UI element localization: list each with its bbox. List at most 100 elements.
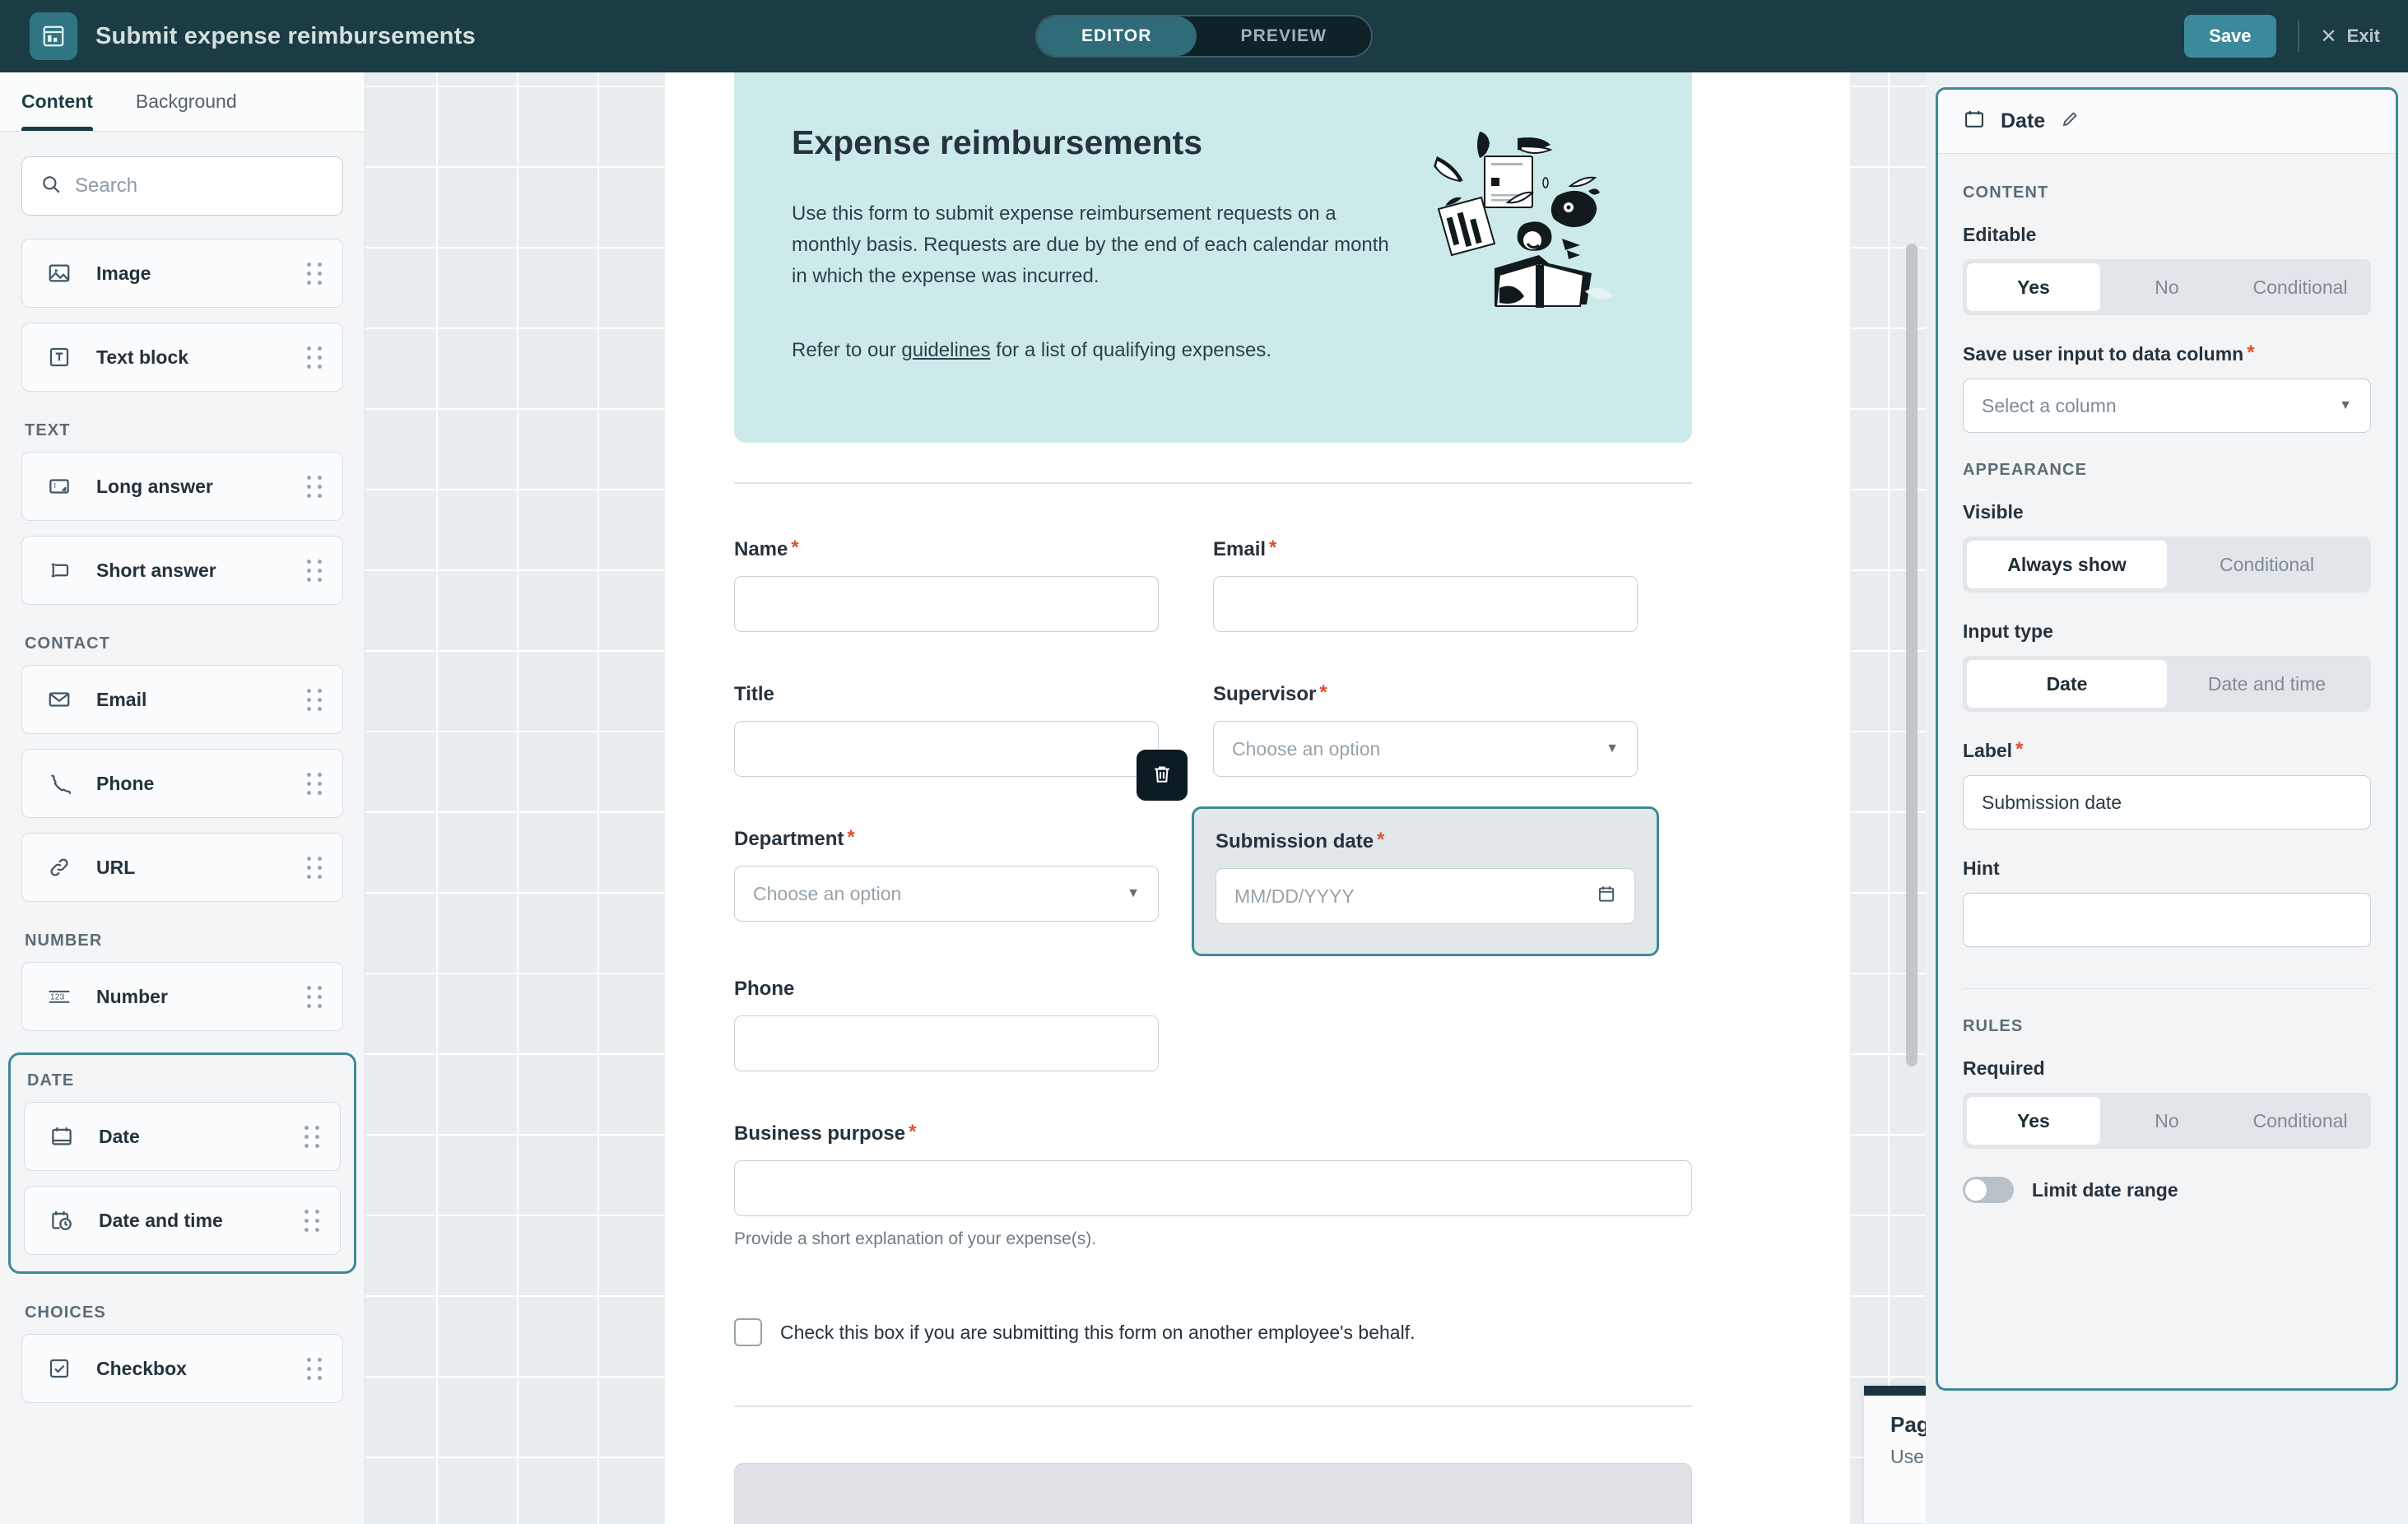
hero-banner[interactable]: Expense reimbursements Use this form to … bbox=[734, 72, 1692, 443]
sidebar-item-number[interactable]: 123 Number bbox=[21, 962, 343, 1031]
field-submission-date[interactable]: Submission date * bbox=[1137, 750, 1659, 956]
behalf-checkbox-box[interactable] bbox=[734, 1318, 762, 1346]
field-business-purpose[interactable]: Business purpose * Provide a short expla… bbox=[734, 1122, 1692, 1249]
canvas-scrollbar-thumb[interactable] bbox=[1906, 244, 1918, 1066]
submit-section-placeholder[interactable] bbox=[734, 1463, 1692, 1524]
required-asterisk: * bbox=[1377, 829, 1385, 851]
input-type-option-date-and-time[interactable]: Date and time bbox=[2167, 660, 2367, 708]
label-text: Name bbox=[734, 538, 788, 560]
exit-button[interactable]: ✕ Exit bbox=[2321, 25, 2380, 49]
sidebar-item-url[interactable]: URL bbox=[21, 833, 343, 902]
date-input-wrap bbox=[1216, 868, 1635, 924]
drag-handle-icon[interactable] bbox=[307, 772, 323, 795]
save-button[interactable]: Save bbox=[2184, 15, 2276, 58]
supervisor-placeholder: Choose an option bbox=[1232, 737, 1381, 760]
search-input[interactable] bbox=[75, 174, 330, 197]
canvas-scrollbar[interactable] bbox=[1906, 72, 1918, 1524]
field-behalf-checkbox[interactable]: Check this box if you are submitting thi… bbox=[734, 1318, 1692, 1346]
tab-editor[interactable]: EDITOR bbox=[1036, 16, 1197, 56]
drag-handle-icon[interactable] bbox=[307, 985, 323, 1008]
label-text: Input type bbox=[1963, 620, 2053, 642]
editable-option-yes[interactable]: Yes bbox=[1967, 263, 2100, 311]
checkbox-icon bbox=[44, 1356, 75, 1381]
sidebar-group-label: NUMBER bbox=[25, 932, 103, 950]
drag-handle-icon[interactable] bbox=[307, 688, 323, 711]
editable-option-no[interactable]: No bbox=[2100, 263, 2234, 311]
chevron-down-icon: ▼ bbox=[1606, 741, 1619, 755]
supervisor-select[interactable]: Choose an option ▼ bbox=[1213, 721, 1638, 777]
sidebar-item-label: Image bbox=[96, 262, 151, 284]
input-type-toggle-group: Date Date and time bbox=[1963, 656, 2371, 712]
label-text: Visible bbox=[1963, 501, 2024, 523]
tab-background[interactable]: Background bbox=[113, 72, 257, 131]
sidebar-item-label: Date bbox=[99, 1125, 140, 1147]
guidelines-link[interactable]: guidelines bbox=[901, 339, 990, 361]
exit-label: Exit bbox=[2346, 26, 2380, 46]
required-asterisk: * bbox=[1269, 537, 1277, 559]
divider bbox=[734, 1406, 1692, 1407]
label-text: Business purpose bbox=[734, 1122, 906, 1145]
drag-handle-icon[interactable] bbox=[307, 346, 323, 369]
sidebar-item-email[interactable]: Email bbox=[21, 665, 343, 734]
drag-handle-icon[interactable] bbox=[307, 856, 323, 879]
limit-date-range-toggle[interactable] bbox=[1963, 1177, 2014, 1203]
search-box[interactable] bbox=[21, 156, 343, 216]
label-text: Save user input to data column bbox=[1963, 343, 2244, 365]
field-title[interactable]: Title bbox=[734, 683, 1159, 777]
data-column-select[interactable]: Select a column ▼ bbox=[1963, 379, 2371, 433]
label-text: Editable bbox=[1963, 224, 2037, 245]
properties-card: Date CONTENT Editable Yes No Conditional… bbox=[1936, 87, 2398, 1391]
department-select[interactable]: Choose an option ▼ bbox=[734, 866, 1159, 922]
title-input[interactable] bbox=[734, 721, 1159, 777]
name-input[interactable] bbox=[734, 576, 1159, 632]
page-title: Submit expense reimbursements bbox=[95, 22, 476, 49]
required-option-no[interactable]: No bbox=[2100, 1097, 2234, 1145]
tab-preview[interactable]: PREVIEW bbox=[1197, 16, 1372, 56]
sidebar-item-date-and-time[interactable]: Date and time bbox=[24, 1186, 341, 1255]
sidebar-group-contact: CONTACT Email Phone URL bbox=[21, 634, 343, 902]
required-option-conditional[interactable]: Conditional bbox=[2234, 1097, 2367, 1145]
drag-handle-icon[interactable] bbox=[307, 1357, 323, 1380]
delete-component-button[interactable] bbox=[1137, 750, 1188, 801]
tab-content[interactable]: Content bbox=[21, 72, 113, 131]
field-email[interactable]: Email * bbox=[1213, 538, 1638, 632]
sidebar-item-text-block[interactable]: Text block bbox=[21, 323, 343, 392]
email-input[interactable] bbox=[1213, 576, 1638, 632]
properties-header: Date bbox=[1938, 90, 2396, 154]
sidebar-item-image[interactable]: Image bbox=[21, 239, 343, 308]
field-name[interactable]: Name * bbox=[734, 538, 1159, 632]
submission-date-input[interactable] bbox=[1216, 868, 1635, 924]
field-phone[interactable]: Phone bbox=[734, 978, 1159, 1071]
sidebar-item-label: Short answer bbox=[96, 559, 216, 581]
visible-option-conditional[interactable]: Conditional bbox=[2167, 541, 2367, 588]
editable-option-conditional[interactable]: Conditional bbox=[2234, 263, 2367, 311]
field-department[interactable]: Department * Choose an option ▼ bbox=[734, 828, 1159, 927]
visible-option-always-show[interactable]: Always show bbox=[1967, 541, 2167, 588]
drag-handle-icon[interactable] bbox=[307, 559, 323, 582]
business-purpose-input[interactable] bbox=[734, 1160, 1692, 1216]
input-type-option-date[interactable]: Date bbox=[1967, 660, 2167, 708]
label-field-input[interactable] bbox=[1963, 775, 2371, 829]
page-data-panel[interactable]: Page data Use data from components bbox=[1863, 1386, 1926, 1524]
calendar-icon[interactable] bbox=[1596, 884, 1617, 909]
label-text: Hint bbox=[1963, 857, 2000, 879]
sidebar-item-phone[interactable]: Phone bbox=[21, 749, 343, 818]
sidebar-item-long-answer[interactable]: I Long answer bbox=[21, 452, 343, 521]
hint-field-input[interactable] bbox=[1963, 893, 2371, 947]
left-sidebar: Content Background Search Image Text blo… bbox=[0, 72, 383, 1524]
drag-handle-icon[interactable] bbox=[307, 262, 323, 285]
sidebar-item-short-answer[interactable]: Short answer bbox=[21, 536, 343, 605]
calendar-icon bbox=[1963, 108, 1986, 135]
required-asterisk: * bbox=[2015, 738, 2024, 760]
drag-handle-icon[interactable] bbox=[304, 1209, 320, 1232]
sidebar-item-checkbox[interactable]: Checkbox bbox=[21, 1334, 343, 1403]
sidebar-item-date[interactable]: Date bbox=[24, 1102, 341, 1171]
drag-handle-icon[interactable] bbox=[304, 1125, 320, 1148]
phone-input[interactable] bbox=[734, 1015, 1159, 1071]
field-label: Supervisor * bbox=[1213, 683, 1638, 706]
drag-handle-icon[interactable] bbox=[307, 475, 323, 498]
form-canvas: Expense reimbursements Use this form to … bbox=[365, 72, 1926, 1524]
pencil-icon[interactable] bbox=[2060, 109, 2080, 133]
required-option-yes[interactable]: Yes bbox=[1967, 1097, 2100, 1145]
field-supervisor[interactable]: Supervisor * Choose an option ▼ bbox=[1213, 683, 1638, 777]
